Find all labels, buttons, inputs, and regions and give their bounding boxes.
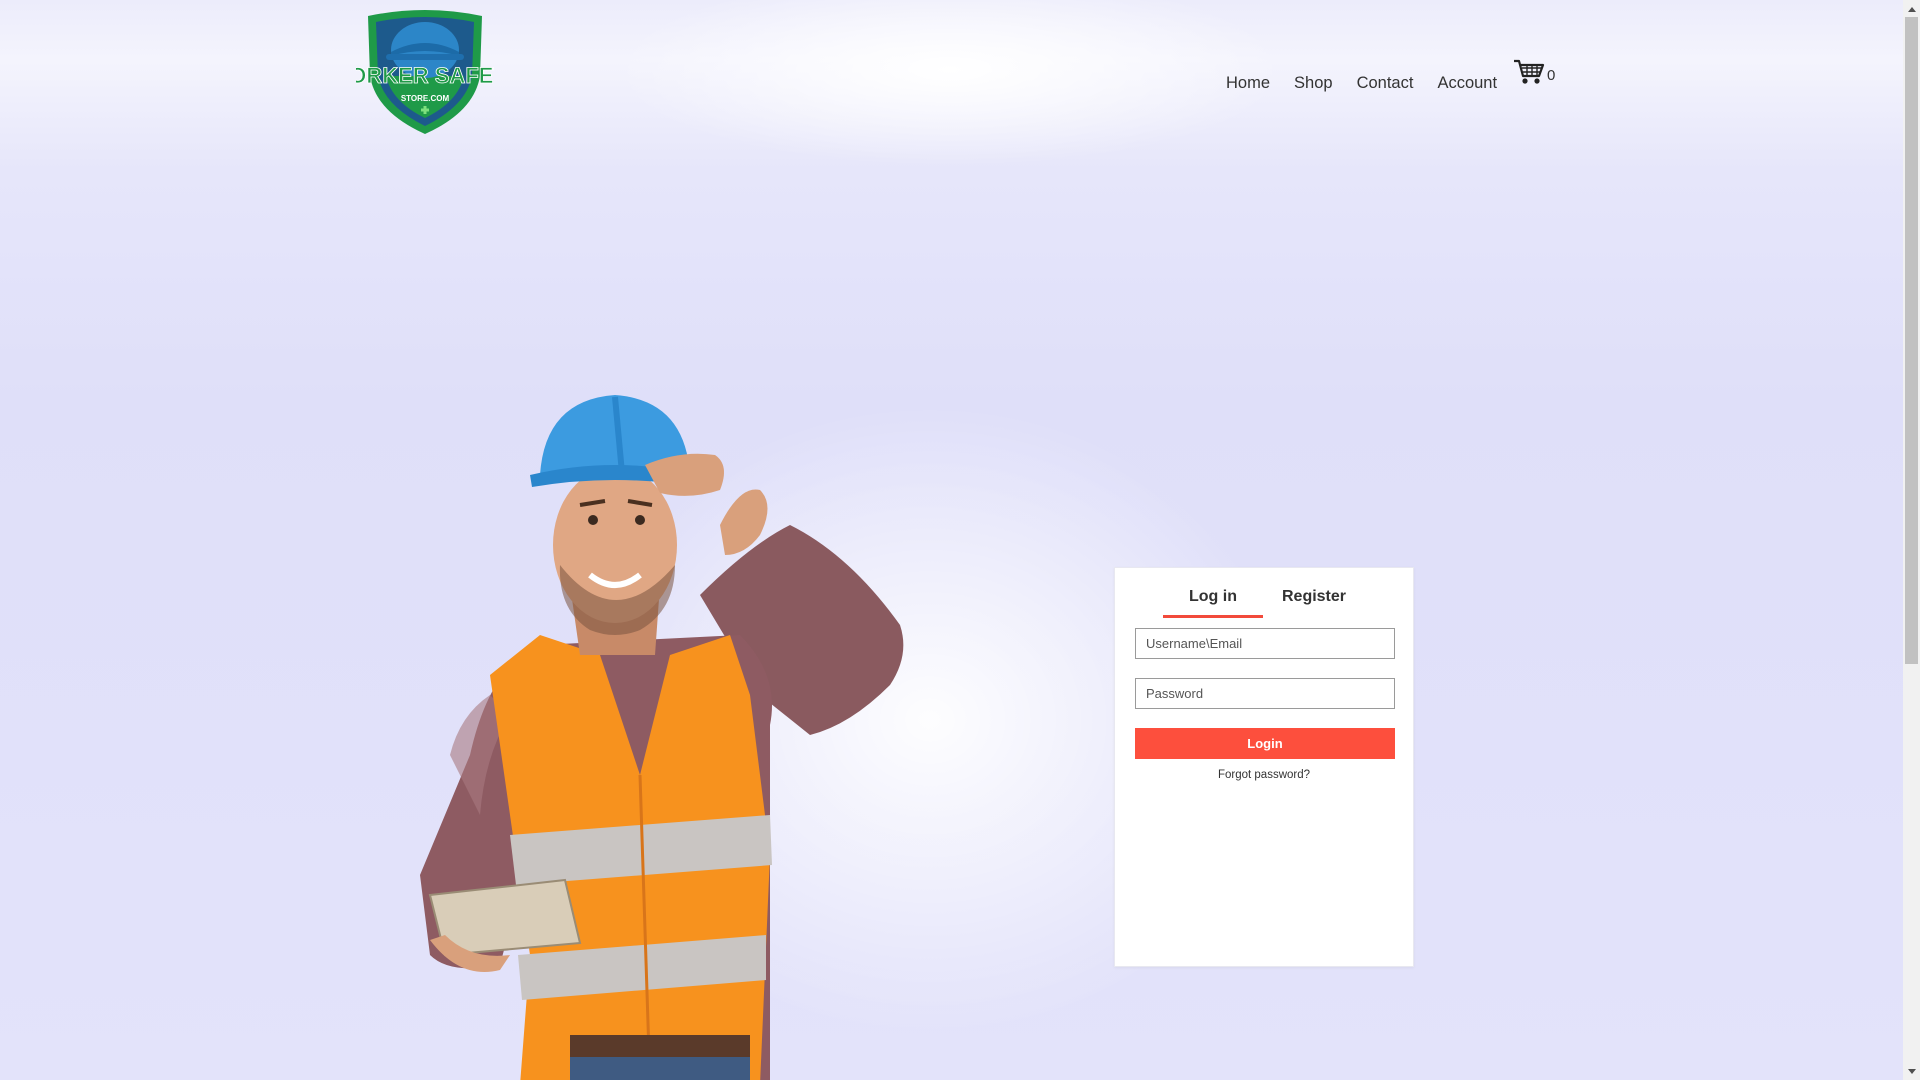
nav-contact-link[interactable]: Contact xyxy=(1357,74,1414,93)
active-tab-indicator xyxy=(1163,615,1263,618)
password-input[interactable] xyxy=(1135,678,1395,709)
cart-count: 0 xyxy=(1547,67,1556,84)
page: WORKER SAFETY STORE.COM Home Shop Contac… xyxy=(0,0,1903,1080)
vertical-scrollbar[interactable] xyxy=(1903,0,1920,1080)
forgot-password-link[interactable]: Forgot password? xyxy=(1115,769,1413,781)
nav-home-link[interactable]: Home xyxy=(1226,74,1270,93)
auth-tabs: Log in Register xyxy=(1115,588,1413,624)
svg-text:WORKER SAFETY: WORKER SAFETY xyxy=(356,63,494,88)
tab-log-in[interactable]: Log in xyxy=(1163,588,1263,624)
login-button[interactable]: Login xyxy=(1135,728,1395,759)
main-nav: Home Shop Contact Account xyxy=(1226,74,1521,93)
scroll-up-arrow-icon[interactable] xyxy=(1903,0,1920,17)
scrollbar-thumb[interactable] xyxy=(1905,17,1918,664)
cart-button[interactable]: 0 xyxy=(1513,58,1555,86)
scroll-down-arrow-icon[interactable] xyxy=(1903,1063,1920,1080)
nav-shop-link[interactable]: Shop xyxy=(1294,74,1333,93)
login-card: Log in Register Login Forgot password? xyxy=(1114,567,1414,967)
tab-register[interactable]: Register xyxy=(1269,588,1359,624)
username-email-input[interactable] xyxy=(1135,628,1395,659)
worker-safety-store-logo[interactable]: WORKER SAFETY STORE.COM xyxy=(356,6,494,136)
nav-account-link[interactable]: Account xyxy=(1437,74,1497,93)
construction-worker-image xyxy=(420,395,904,1080)
svg-text:STORE.COM: STORE.COM xyxy=(401,94,450,103)
shopping-cart-icon xyxy=(1514,59,1545,84)
